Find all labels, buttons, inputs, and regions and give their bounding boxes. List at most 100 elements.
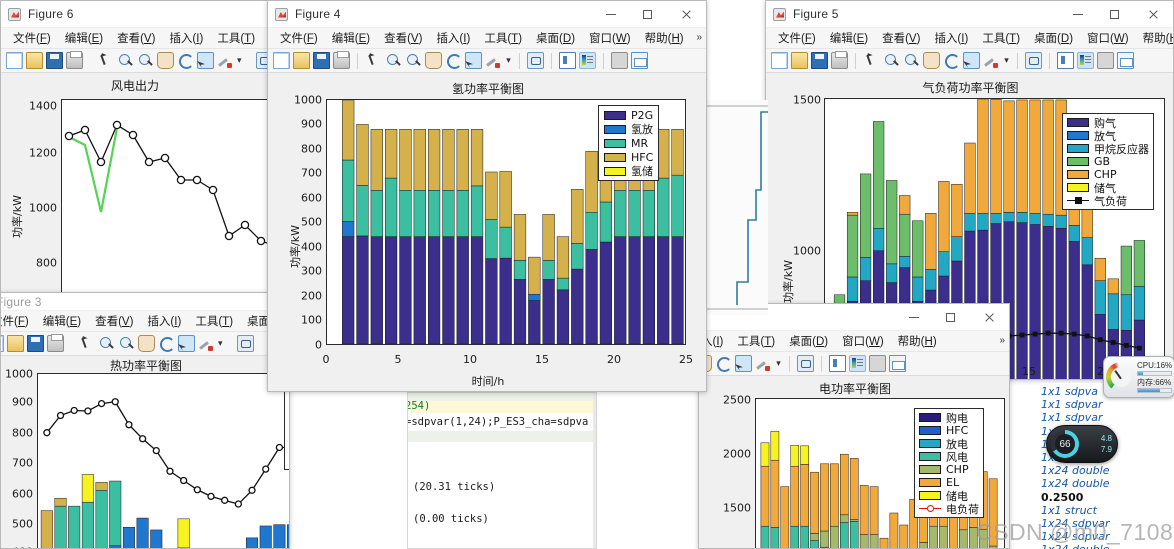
show-plot-tools-icon[interactable] — [889, 355, 906, 372]
figure-6-titlebar[interactable]: Figure 6 — [1, 1, 267, 28]
new-figure-icon[interactable] — [6, 52, 23, 69]
figure-5-menubar[interactable]: 文件(F) 编辑(E) 查看(V) 插入(I) 工具(T) 桌面(D) 窗口(W… — [766, 28, 1173, 49]
zoom-out-icon[interactable] — [405, 52, 422, 69]
print-figure-icon[interactable] — [47, 334, 64, 352]
brush-icon[interactable] — [485, 52, 502, 69]
chevron-down-icon[interactable]: ▾ — [1003, 55, 1010, 66]
pointer-icon[interactable] — [97, 52, 114, 69]
save-figure-icon[interactable] — [27, 335, 44, 352]
rotate-3d-icon[interactable] — [158, 335, 175, 352]
menu-window[interactable]: 窗口(W) — [1081, 29, 1135, 47]
figure-5-toolbar[interactable]: ▾ — [766, 49, 1173, 73]
menu-file[interactable]: 文件(F) — [1, 312, 35, 330]
rotate-3d-icon[interactable] — [177, 52, 194, 69]
figure-6-window[interactable]: Figure 6 文件(F) 编辑(E) 查看(V) 插入(I) 工具(T) 桌… — [0, 0, 268, 300]
print-figure-icon[interactable] — [831, 51, 848, 69]
figure-3-window[interactable]: Figure 3 文件(F) 编辑(E) 查看(V) 插入(I) 工具(T) 桌… — [0, 292, 290, 549]
workspace-row[interactable]: 1x24 double — [1041, 477, 1174, 490]
menu-edit[interactable]: 编辑(E) — [326, 29, 376, 47]
data-cursor-icon[interactable] — [197, 52, 214, 69]
workspace-row[interactable]: 1x1 struct — [1041, 504, 1174, 517]
editor-scrollbar[interactable] — [593, 393, 596, 548]
colorbar-icon[interactable] — [579, 52, 596, 69]
menu-insert[interactable]: 插入(I) — [928, 29, 974, 47]
link-plot-icon[interactable] — [255, 52, 267, 69]
legend-icon[interactable] — [829, 355, 846, 372]
menu-desktop[interactable]: 桌面(D) — [783, 332, 834, 350]
heat-balance-legend[interactable]: HFC CHP GB 热放 — [284, 386, 289, 470]
figure-electric-toolbar[interactable]: ▾ — [699, 352, 1009, 376]
link-plot-icon[interactable] — [797, 355, 814, 372]
print-figure-icon[interactable] — [333, 51, 350, 69]
menu-window[interactable]: 窗口(W) — [583, 29, 637, 47]
new-figure-icon[interactable] — [771, 52, 788, 69]
menu-file[interactable]: 文件(F) — [7, 29, 57, 47]
menu-help[interactable]: 帮助(H) — [639, 29, 690, 47]
maximize-button[interactable] — [1096, 1, 1133, 28]
menu-insert[interactable]: 插入(I) — [141, 312, 187, 330]
workspace-row[interactable]: 1x24 double — [1041, 543, 1174, 549]
open-file-icon[interactable] — [26, 52, 43, 69]
pan-icon[interactable] — [138, 335, 155, 352]
figure-4-titlebar[interactable]: Figure 4 — [268, 1, 706, 28]
menu-help[interactable]: 帮助(H) — [892, 332, 943, 350]
figure-electric-window[interactable]: 入(I) 工具(T) 桌面(D) 窗口(W) 帮助(H) » ▾ 电功率平衡图 — [698, 303, 1010, 549]
zoom-in-icon[interactable] — [98, 335, 115, 352]
figure-3-menubar[interactable]: 文件(F) 编辑(E) 查看(V) 插入(I) 工具(T) 桌面(D) 窗口(W… — [1, 311, 289, 332]
zoom-in-icon[interactable] — [883, 52, 900, 69]
minimize-button[interactable] — [1059, 1, 1096, 28]
figure-5-window-buttons[interactable] — [1059, 1, 1173, 28]
show-plot-tools-icon[interactable] — [631, 52, 648, 69]
editor-code-line[interactable]: =sdpvar(1,24);P_ES3_cha=sdpva — [408, 416, 588, 428]
rotate-3d-icon[interactable] — [445, 52, 462, 69]
workspace-variable-list[interactable]: 1x1 sdpva 1x1 sdpvar 1x1 sdpvar 1x1 sdpv… — [1041, 383, 1174, 549]
maximize-button[interactable] — [932, 304, 969, 331]
data-cursor-icon[interactable] — [178, 335, 195, 352]
menu-tools[interactable]: 工具(T) — [976, 29, 1026, 47]
pan-icon[interactable] — [425, 52, 442, 69]
legend-icon[interactable] — [559, 52, 576, 69]
minimize-button[interactable] — [895, 304, 932, 331]
maximize-button[interactable] — [629, 1, 666, 28]
figure-4-menubar[interactable]: 文件(F) 编辑(E) 查看(V) 插入(I) 工具(T) 桌面(D) 窗口(W… — [268, 28, 706, 49]
hide-plot-tools-icon[interactable] — [869, 355, 886, 372]
open-file-icon[interactable] — [7, 335, 24, 352]
gas-balance-legend[interactable]: 购气 放气 甲烷反应器 GB CHP 储气 气负荷 — [1062, 113, 1154, 210]
menu-overflow-icon[interactable]: » — [999, 335, 1005, 346]
menu-edit[interactable]: 编辑(E) — [824, 29, 874, 47]
brush-icon[interactable] — [198, 335, 215, 352]
rotate-3d-icon[interactable] — [943, 52, 960, 69]
editor-panel[interactable]: 254) =sdpvar(1,24);P_ES3_cha=sdpva (20.3… — [407, 392, 597, 549]
pointer-icon[interactable] — [863, 52, 880, 69]
figure-6-toolbar[interactable]: ▾ — [1, 49, 267, 73]
show-plot-tools-icon[interactable] — [1117, 52, 1134, 69]
save-figure-icon[interactable] — [313, 52, 330, 69]
data-cursor-icon[interactable] — [963, 52, 980, 69]
menu-help[interactable]: 帮助(H) — [1137, 29, 1173, 47]
pointer-icon[interactable] — [78, 335, 95, 352]
close-button[interactable] — [666, 1, 706, 28]
link-plot-icon[interactable] — [236, 335, 254, 352]
chevron-down-icon[interactable]: ▾ — [775, 358, 782, 369]
figure-4-toolbar[interactable]: ▾ — [268, 49, 706, 73]
zoom-out-icon[interactable] — [903, 52, 920, 69]
rotate-3d-icon[interactable] — [715, 355, 732, 372]
figure-4-window-buttons[interactable] — [592, 1, 706, 28]
chevron-down-icon[interactable]: ▾ — [218, 338, 223, 349]
hide-plot-tools-icon[interactable] — [611, 52, 628, 69]
workspace-row[interactable]: 1x1 sdpvar — [1041, 398, 1174, 411]
open-file-icon[interactable] — [791, 52, 808, 69]
hide-plot-tools-icon[interactable] — [1097, 52, 1114, 69]
menu-insert[interactable]: 插入(I) — [163, 29, 209, 47]
figure-electric-window-buttons[interactable] — [895, 304, 1009, 331]
zoom-out-icon[interactable] — [118, 335, 135, 352]
menu-desktop[interactable]: 桌面(D) — [530, 29, 581, 47]
figure-3-titlebar[interactable]: Figure 3 — [1, 293, 289, 311]
hydrogen-balance-legend[interactable]: P2G 氢放 MR HFC 氢储 — [598, 105, 660, 181]
menu-file[interactable]: 文件(F) — [274, 29, 324, 47]
cpu-memory-gadget[interactable]: CPU:16% 内存:66% — [1103, 356, 1174, 398]
menu-window[interactable]: 窗口(W) — [836, 332, 890, 350]
menu-insert[interactable]: 插入(I) — [430, 29, 476, 47]
electric-balance-legend[interactable]: 购电 HFC 放电 风电 CHP EL 储电 电负荷 — [914, 408, 984, 518]
figure-3-toolbar[interactable]: ▾ — [1, 332, 289, 356]
